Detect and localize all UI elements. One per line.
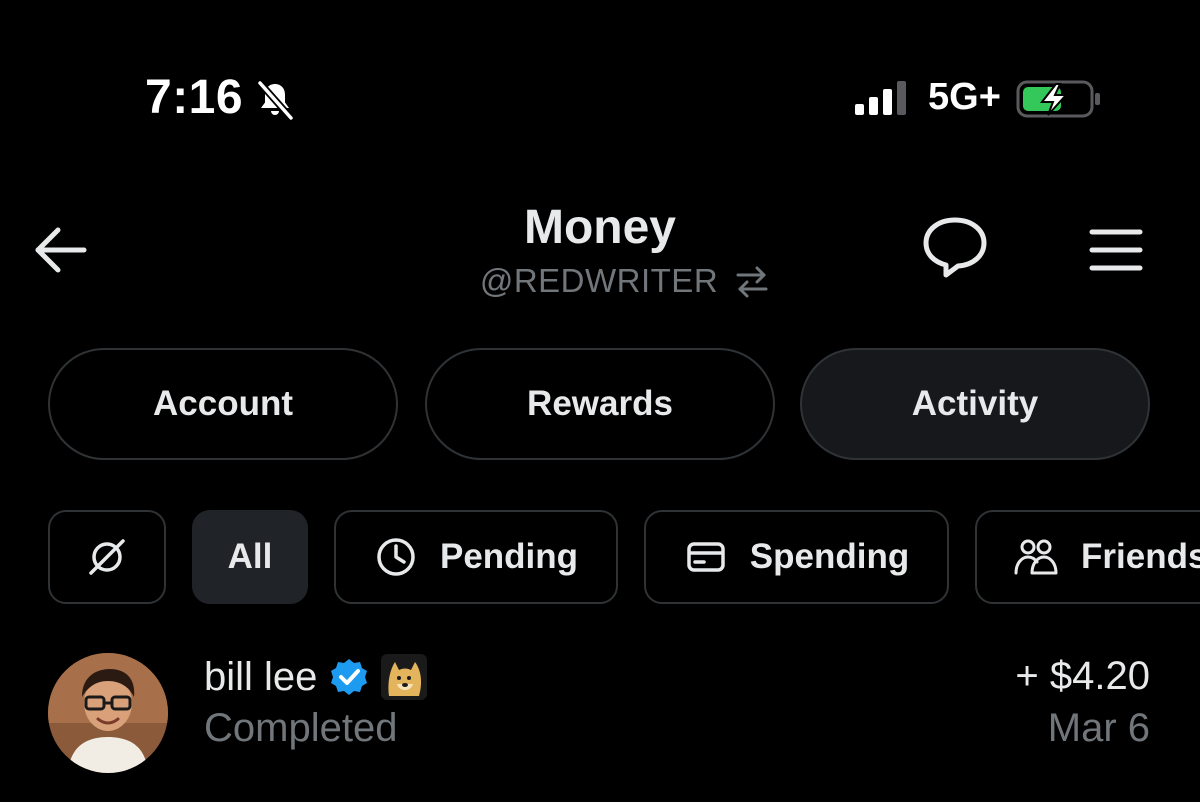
tab-rewards-label: Rewards [527,384,673,423]
filter-none-chip[interactable] [48,510,166,604]
verified-badge-icon [331,659,368,695]
money-screen: 7:16 5G+ Money @REDWRITER Account Reward… [0,0,1200,802]
account-handle: @REDWRITER [479,262,719,299]
card-icon [687,542,725,572]
network-label: 5G+ [928,76,1001,118]
tab-rewards[interactable]: Rewards [425,348,775,460]
filter-all-chip[interactable]: All [192,510,308,604]
activity-name: bill lee [204,654,318,699]
activity-status: Completed [204,706,398,750]
people-icon [1014,539,1058,575]
swap-arrows-icon[interactable] [734,263,770,299]
activity-name-row: bill lee [204,654,428,700]
filter-pending-label: Pending [439,537,579,576]
status-time: 7:16 [145,71,244,124]
filter-spending-chip[interactable]: Spending [644,510,949,604]
battery-charging-icon [1016,80,1100,118]
avatar[interactable] [48,653,168,773]
clock-icon [377,538,415,576]
menu-icon[interactable] [1088,226,1144,274]
tab-activity-label: Activity [911,384,1039,423]
slash-circle-icon [89,539,125,575]
activity-amount: + $4.20 [1015,654,1150,698]
account-switcher[interactable]: @REDWRITER [0,262,1200,300]
filter-all-label: All [227,537,273,576]
bell-slash-icon [257,80,294,121]
activity-date: Mar 6 [1047,706,1150,750]
page-title: Money [523,201,676,254]
filter-friends-label: Friends [1081,537,1200,576]
chat-bubble-icon[interactable] [920,214,990,280]
tab-activity[interactable]: Activity [800,348,1150,460]
filter-spending-label: Spending [749,537,910,576]
tab-account-label: Account [153,384,293,423]
filter-pending-chip[interactable]: Pending [334,510,618,604]
tab-account[interactable]: Account [48,348,398,460]
avatar-image [48,653,168,773]
doge-icon [381,654,428,700]
signal-icon [855,81,906,115]
filter-friends-chip[interactable]: Friends [975,510,1200,604]
